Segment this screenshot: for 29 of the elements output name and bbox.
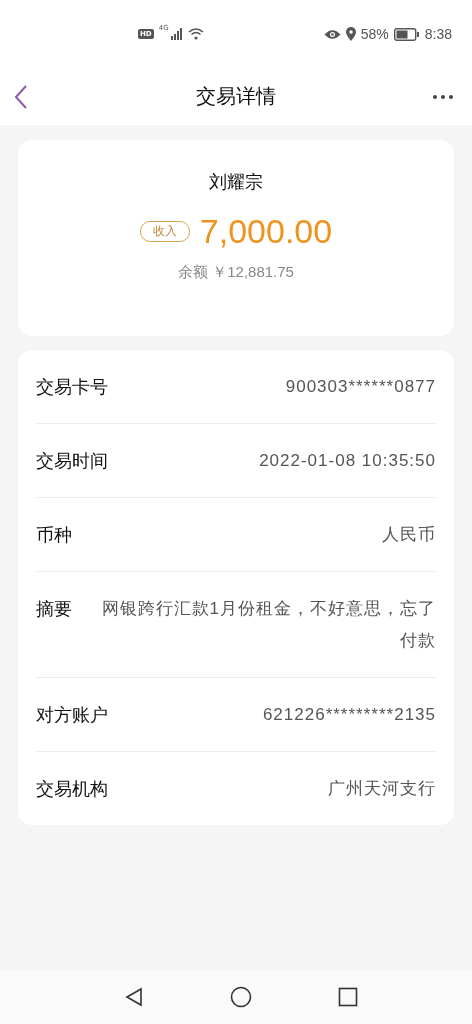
detail-label: 交易时间 xyxy=(36,449,108,473)
location-icon xyxy=(345,27,356,41)
chevron-left-icon xyxy=(14,83,28,110)
square-icon xyxy=(338,987,358,1007)
detail-value: 广州天河支行 xyxy=(328,777,436,800)
detail-value: 人民币 xyxy=(382,523,436,546)
detail-label: 交易卡号 xyxy=(36,375,108,399)
wifi-icon xyxy=(187,28,204,40)
signal-icon xyxy=(170,28,183,40)
battery-percent: 58% xyxy=(360,26,389,42)
circle-icon xyxy=(230,986,252,1008)
balance-text: 余额 ￥12,881.75 xyxy=(178,263,294,282)
detail-label: 交易机构 xyxy=(36,777,108,801)
more-icon xyxy=(432,93,454,100)
detail-value: 2022-01-08 10:35:50 xyxy=(259,449,436,472)
detail-value: 900303******0877 xyxy=(285,375,436,398)
clock-time: 8:38 xyxy=(424,26,452,42)
detail-label: 币种 xyxy=(36,523,72,547)
detail-label: 摘要 xyxy=(36,597,72,621)
detail-value: 网银跨行汇款1月份租金，不好意思，忘了付款 xyxy=(100,597,436,652)
payer-name: 刘耀宗 xyxy=(209,170,263,194)
page-title: 交易详情 xyxy=(196,83,276,110)
battery-icon xyxy=(393,27,420,41)
eye-icon xyxy=(323,28,341,40)
detail-value: 621226*********2135 xyxy=(262,703,436,726)
amount: 7,000.00 xyxy=(199,212,333,251)
triangle-icon xyxy=(124,987,144,1007)
detail-label: 对方账户 xyxy=(36,703,108,727)
income-tag: 收入 xyxy=(139,221,190,242)
